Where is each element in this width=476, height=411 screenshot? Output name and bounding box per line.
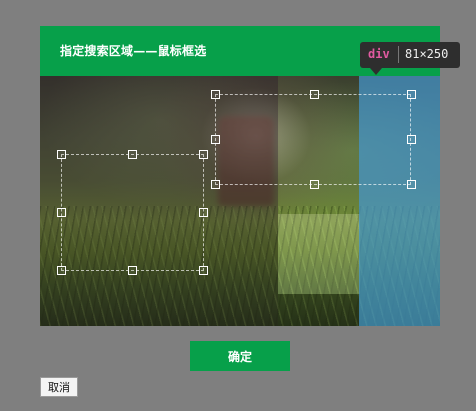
resize-handle[interactable] bbox=[310, 90, 319, 99]
selection-box-right[interactable] bbox=[215, 94, 411, 185]
tooltip-tag-name: div bbox=[368, 47, 390, 61]
resize-handle[interactable] bbox=[407, 180, 416, 189]
resize-handle[interactable] bbox=[199, 150, 208, 159]
resize-handle[interactable] bbox=[57, 266, 66, 275]
resize-handle[interactable] bbox=[57, 208, 66, 217]
resize-handle[interactable] bbox=[128, 266, 137, 275]
resize-handle[interactable] bbox=[407, 90, 416, 99]
resize-handle[interactable] bbox=[211, 180, 220, 189]
mask-bottom bbox=[278, 294, 360, 326]
resize-handle[interactable] bbox=[199, 266, 208, 275]
resize-handle[interactable] bbox=[128, 150, 137, 159]
dialog-title: 指定搜索区域——鼠标框选 bbox=[60, 44, 207, 58]
confirm-button[interactable]: 确定 bbox=[190, 341, 290, 371]
resize-handle[interactable] bbox=[57, 150, 66, 159]
resize-handle[interactable] bbox=[199, 208, 208, 217]
element-inspector-tooltip: div 81×250 bbox=[360, 42, 460, 75]
selection-highlight bbox=[278, 214, 360, 294]
resize-handle[interactable] bbox=[407, 135, 416, 144]
resize-handle[interactable] bbox=[211, 90, 220, 99]
tooltip-arrow bbox=[370, 68, 382, 75]
tooltip-divider bbox=[398, 46, 399, 63]
resize-handle[interactable] bbox=[310, 180, 319, 189]
resize-handle[interactable] bbox=[211, 135, 220, 144]
tooltip-dimensions: 81×250 bbox=[405, 47, 449, 61]
selection-box-left[interactable] bbox=[61, 154, 204, 271]
cancel-button[interactable]: 取消 bbox=[40, 377, 78, 397]
